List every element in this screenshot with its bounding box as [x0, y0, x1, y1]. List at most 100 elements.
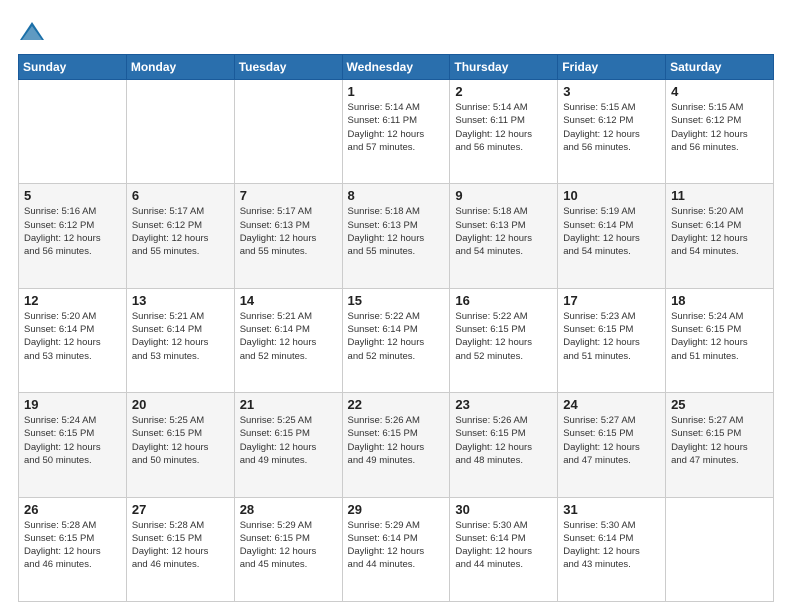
day-number: 21	[240, 397, 337, 412]
calendar-cell: 10 Sunrise: 5:19 AM Sunset: 6:14 PM Dayli…	[558, 184, 666, 288]
day-number: 6	[132, 188, 229, 203]
day-info: Sunrise: 5:15 AM Sunset: 6:12 PM Dayligh…	[563, 101, 660, 154]
day-number: 25	[671, 397, 768, 412]
logo-icon	[18, 18, 46, 46]
weekday-header-row: SundayMondayTuesdayWednesdayThursdayFrid…	[19, 55, 774, 80]
day-number: 30	[455, 502, 552, 517]
day-info: Sunrise: 5:25 AM Sunset: 6:15 PM Dayligh…	[132, 414, 229, 467]
calendar-cell: 31Sunrise: 5:30 AM Sunset: 6:14 PM Dayli…	[558, 497, 666, 601]
day-number: 18	[671, 293, 768, 308]
day-info: Sunrise: 5:23 AM Sunset: 6:15 PM Dayligh…	[563, 310, 660, 363]
calendar-cell: 18Sunrise: 5:24 AM Sunset: 6:15 PM Dayli…	[666, 288, 774, 392]
calendar-cell	[234, 80, 342, 184]
day-number: 7	[240, 188, 337, 203]
header	[18, 18, 774, 46]
calendar-cell: 6 Sunrise: 5:17 AM Sunset: 6:12 PM Daylig…	[126, 184, 234, 288]
weekday-header-wednesday: Wednesday	[342, 55, 450, 80]
weekday-header-thursday: Thursday	[450, 55, 558, 80]
day-info: Sunrise: 5:22 AM Sunset: 6:14 PM Dayligh…	[348, 310, 445, 363]
day-number: 26	[24, 502, 121, 517]
day-number: 27	[132, 502, 229, 517]
day-number: 15	[348, 293, 445, 308]
day-info: Sunrise: 5:17 AM Sunset: 6:12 PM Dayligh…	[132, 205, 229, 258]
day-info: Sunrise: 5:27 AM Sunset: 6:15 PM Dayligh…	[563, 414, 660, 467]
calendar-cell: 2 Sunrise: 5:14 AM Sunset: 6:11 PM Daylig…	[450, 80, 558, 184]
day-info: Sunrise: 5:27 AM Sunset: 6:15 PM Dayligh…	[671, 414, 768, 467]
day-info: Sunrise: 5:30 AM Sunset: 6:14 PM Dayligh…	[455, 519, 552, 572]
page: SundayMondayTuesdayWednesdayThursdayFrid…	[0, 0, 792, 612]
calendar-cell: 14Sunrise: 5:21 AM Sunset: 6:14 PM Dayli…	[234, 288, 342, 392]
day-info: Sunrise: 5:19 AM Sunset: 6:14 PM Dayligh…	[563, 205, 660, 258]
day-info: Sunrise: 5:20 AM Sunset: 6:14 PM Dayligh…	[24, 310, 121, 363]
calendar-cell: 11 Sunrise: 5:20 AM Sunset: 6:14 PM Dayli…	[666, 184, 774, 288]
day-number: 16	[455, 293, 552, 308]
day-number: 20	[132, 397, 229, 412]
calendar-cell: 26 Sunrise: 5:28 AM Sunset: 6:15 PM Dayli…	[19, 497, 127, 601]
day-number: 11	[671, 188, 768, 203]
day-number: 8	[348, 188, 445, 203]
calendar-cell: 21 Sunrise: 5:25 AM Sunset: 6:15 PM Dayli…	[234, 393, 342, 497]
day-info: Sunrise: 5:18 AM Sunset: 6:13 PM Dayligh…	[455, 205, 552, 258]
weekday-header-friday: Friday	[558, 55, 666, 80]
day-info: Sunrise: 5:14 AM Sunset: 6:11 PM Dayligh…	[348, 101, 445, 154]
day-number: 1	[348, 84, 445, 99]
calendar-cell: 8Sunrise: 5:18 AM Sunset: 6:13 PM Daylig…	[342, 184, 450, 288]
day-info: Sunrise: 5:29 AM Sunset: 6:14 PM Dayligh…	[348, 519, 445, 572]
calendar-cell: 4 Sunrise: 5:15 AM Sunset: 6:12 PM Daylig…	[666, 80, 774, 184]
day-info: Sunrise: 5:26 AM Sunset: 6:15 PM Dayligh…	[455, 414, 552, 467]
calendar-cell: 24Sunrise: 5:27 AM Sunset: 6:15 PM Dayli…	[558, 393, 666, 497]
day-number: 4	[671, 84, 768, 99]
calendar-cell	[126, 80, 234, 184]
day-info: Sunrise: 5:20 AM Sunset: 6:14 PM Dayligh…	[671, 205, 768, 258]
day-number: 2	[455, 84, 552, 99]
day-info: Sunrise: 5:15 AM Sunset: 6:12 PM Dayligh…	[671, 101, 768, 154]
day-number: 10	[563, 188, 660, 203]
logo	[18, 18, 50, 46]
day-number: 9	[455, 188, 552, 203]
calendar-week-row: 5Sunrise: 5:16 AM Sunset: 6:12 PM Daylig…	[19, 184, 774, 288]
day-info: Sunrise: 5:14 AM Sunset: 6:11 PM Dayligh…	[455, 101, 552, 154]
calendar-cell: 12 Sunrise: 5:20 AM Sunset: 6:14 PM Dayli…	[19, 288, 127, 392]
day-number: 28	[240, 502, 337, 517]
day-info: Sunrise: 5:26 AM Sunset: 6:15 PM Dayligh…	[348, 414, 445, 467]
day-number: 22	[348, 397, 445, 412]
weekday-header-tuesday: Tuesday	[234, 55, 342, 80]
day-number: 23	[455, 397, 552, 412]
day-number: 31	[563, 502, 660, 517]
day-info: Sunrise: 5:24 AM Sunset: 6:15 PM Dayligh…	[24, 414, 121, 467]
day-info: Sunrise: 5:28 AM Sunset: 6:15 PM Dayligh…	[132, 519, 229, 572]
day-number: 12	[24, 293, 121, 308]
day-number: 17	[563, 293, 660, 308]
calendar-week-row: 12 Sunrise: 5:20 AM Sunset: 6:14 PM Dayli…	[19, 288, 774, 392]
calendar-cell	[666, 497, 774, 601]
calendar-table: SundayMondayTuesdayWednesdayThursdayFrid…	[18, 54, 774, 602]
calendar-week-row: 19 Sunrise: 5:24 AM Sunset: 6:15 PM Dayli…	[19, 393, 774, 497]
day-info: Sunrise: 5:17 AM Sunset: 6:13 PM Dayligh…	[240, 205, 337, 258]
calendar-cell: 17 Sunrise: 5:23 AM Sunset: 6:15 PM Dayli…	[558, 288, 666, 392]
calendar-cell: 19 Sunrise: 5:24 AM Sunset: 6:15 PM Dayli…	[19, 393, 127, 497]
calendar-cell: 20 Sunrise: 5:25 AM Sunset: 6:15 PM Dayli…	[126, 393, 234, 497]
day-number: 29	[348, 502, 445, 517]
calendar-cell: 7 Sunrise: 5:17 AM Sunset: 6:13 PM Daylig…	[234, 184, 342, 288]
calendar-cell: 13Sunrise: 5:21 AM Sunset: 6:14 PM Dayli…	[126, 288, 234, 392]
calendar-cell: 5Sunrise: 5:16 AM Sunset: 6:12 PM Daylig…	[19, 184, 127, 288]
calendar-cell: 22 Sunrise: 5:26 AM Sunset: 6:15 PM Dayli…	[342, 393, 450, 497]
calendar-cell: 3 Sunrise: 5:15 AM Sunset: 6:12 PM Daylig…	[558, 80, 666, 184]
day-number: 19	[24, 397, 121, 412]
calendar-cell	[19, 80, 127, 184]
day-number: 3	[563, 84, 660, 99]
weekday-header-saturday: Saturday	[666, 55, 774, 80]
calendar-cell: 27 Sunrise: 5:28 AM Sunset: 6:15 PM Dayli…	[126, 497, 234, 601]
calendar-cell: 23 Sunrise: 5:26 AM Sunset: 6:15 PM Dayli…	[450, 393, 558, 497]
calendar-week-row: 1 Sunrise: 5:14 AM Sunset: 6:11 PM Daylig…	[19, 80, 774, 184]
day-info: Sunrise: 5:22 AM Sunset: 6:15 PM Dayligh…	[455, 310, 552, 363]
calendar-cell: 28 Sunrise: 5:29 AM Sunset: 6:15 PM Dayli…	[234, 497, 342, 601]
day-info: Sunrise: 5:25 AM Sunset: 6:15 PM Dayligh…	[240, 414, 337, 467]
day-info: Sunrise: 5:16 AM Sunset: 6:12 PM Dayligh…	[24, 205, 121, 258]
day-number: 13	[132, 293, 229, 308]
weekday-header-monday: Monday	[126, 55, 234, 80]
calendar-cell: 9 Sunrise: 5:18 AM Sunset: 6:13 PM Daylig…	[450, 184, 558, 288]
day-info: Sunrise: 5:29 AM Sunset: 6:15 PM Dayligh…	[240, 519, 337, 572]
day-number: 14	[240, 293, 337, 308]
day-info: Sunrise: 5:28 AM Sunset: 6:15 PM Dayligh…	[24, 519, 121, 572]
